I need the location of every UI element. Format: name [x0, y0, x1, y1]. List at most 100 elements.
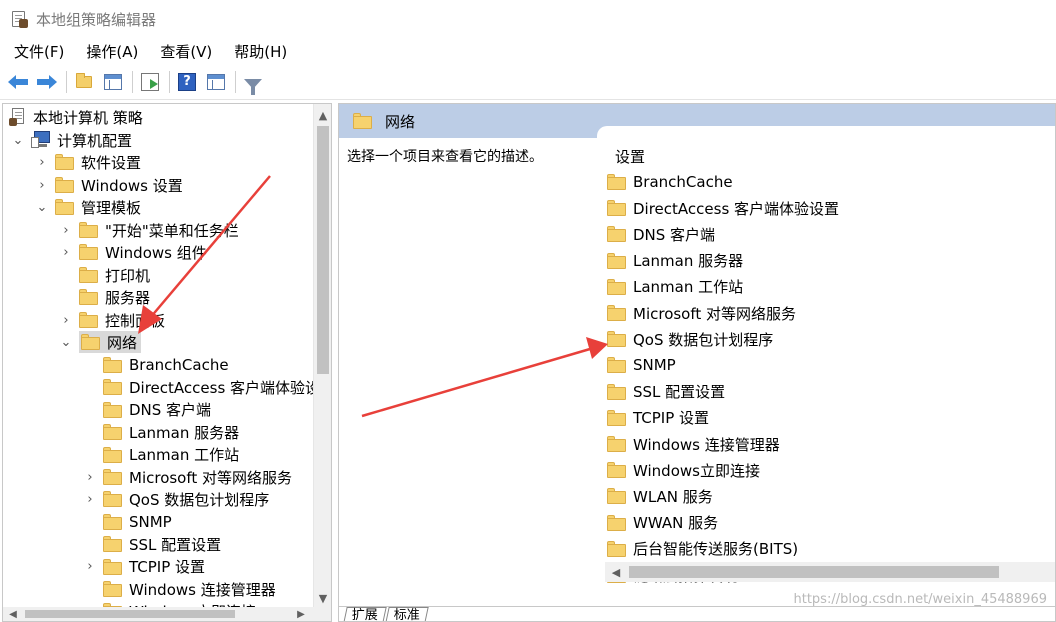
settings-list-item[interactable]: DirectAccess 客户端体验设置 — [607, 196, 839, 220]
chevron-right-icon[interactable]: › — [35, 155, 49, 170]
settings-list-item[interactable]: Lanman 服务器 — [607, 249, 743, 273]
tree-vertical-scrollbar[interactable]: ▲ ▼ — [313, 104, 331, 609]
tree-item-windows-components[interactable]: › Windows 组件 — [59, 241, 207, 263]
folder-icon — [103, 513, 123, 530]
chevron-right-icon[interactable]: › — [59, 223, 73, 238]
settings-item-label: SSL 配置设置 — [633, 383, 726, 402]
tree-item-admin-templates[interactable]: ⌄ 管理模板 — [35, 196, 141, 218]
back-button[interactable] — [6, 70, 30, 94]
tree-item-network-child[interactable]: › TCPIP 设置 — [83, 556, 205, 578]
settings-list-item[interactable]: WWAN 服务 — [607, 511, 718, 535]
chevron-down-icon[interactable]: ⌄ — [35, 200, 49, 215]
settings-list-item[interactable]: DNS 客户端 — [607, 222, 715, 246]
menu-view[interactable]: 查看(V) — [152, 41, 220, 62]
settings-list-item[interactable]: TCPIP 设置 — [607, 406, 709, 430]
tree-item-network-child[interactable]: Lanman 服务器 — [103, 421, 239, 443]
settings-list-item[interactable]: SSL 配置设置 — [607, 380, 725, 404]
tab-standard[interactable]: 标准 — [385, 607, 429, 621]
chevron-right-icon[interactable]: › — [35, 178, 49, 193]
toolbar-separator — [169, 70, 170, 93]
view-tabs: 扩展 标准 — [339, 606, 1055, 621]
settings-list-item[interactable]: SNMP — [607, 353, 676, 377]
settings-item-label: Windows 连接管理器 — [633, 435, 780, 454]
folder-icon — [79, 244, 99, 260]
menu-action[interactable]: 操作(A) — [78, 41, 146, 62]
settings-list-item[interactable]: WLAN 服务 — [607, 484, 713, 508]
menu-file[interactable]: 文件(F) — [6, 41, 72, 62]
show-hide-tree-button[interactable] — [101, 70, 125, 94]
folder-icon — [607, 436, 627, 452]
scroll-left-arrow-icon[interactable]: ◀ — [609, 562, 623, 582]
policy-icon — [9, 108, 27, 126]
filter-button[interactable] — [241, 70, 265, 95]
settings-list-item[interactable]: QoS 数据包计划程序 — [607, 327, 773, 351]
tree-item-network-child[interactable]: › QoS 数据包计划程序 — [83, 488, 269, 510]
tree-item-root[interactable]: 本地计算机 策略 — [9, 106, 143, 128]
chevron-right-icon[interactable]: › — [83, 492, 97, 507]
tree-item-computer-config[interactable]: ⌄ 计算机配置 — [11, 129, 132, 151]
folder-up-icon — [76, 72, 92, 88]
chevron-down-icon[interactable]: ⌄ — [11, 133, 25, 148]
scroll-left-arrow-icon[interactable]: ◀ — [5, 607, 21, 621]
settings-list-item[interactable]: Lanman 工作站 — [607, 275, 743, 299]
console-tree-pane: 本地计算机 策略 ⌄ 计算机配置 › 软件设置 › Windows 设置 ⌄ 管… — [2, 103, 332, 622]
folder-icon — [103, 469, 123, 485]
tree-item-network-child[interactable]: SNMP — [103, 511, 172, 533]
tree-item-network-child[interactable]: BranchCache — [103, 354, 229, 376]
show-hide-action-pane-button[interactable] — [204, 70, 228, 94]
settings-item-label: Windows立即连接 — [633, 461, 760, 480]
folder-icon — [103, 357, 123, 373]
folder-icon — [55, 199, 75, 215]
tree-item-network-child[interactable]: SSL 配置设置 — [103, 533, 221, 555]
group-policy-icon — [10, 10, 28, 28]
list-horizontal-scrollbar[interactable]: ◀ — [605, 562, 1055, 582]
scroll-up-arrow-icon[interactable]: ▲ — [314, 106, 331, 124]
watermark: https://blog.csdn.net/weixin_45488969 — [793, 592, 1047, 607]
tree-horizontal-scrollbar[interactable]: ◀ ▶ — [3, 607, 331, 621]
settings-list-item[interactable]: BranchCache — [607, 170, 733, 194]
tree-item-label: SSL 配置设置 — [129, 535, 222, 554]
tree-item-network-child[interactable]: DirectAccess 客户端体验设置 — [103, 376, 313, 398]
chevron-right-icon[interactable]: › — [59, 313, 73, 328]
folder-icon — [607, 540, 627, 557]
folder-icon — [607, 200, 627, 217]
scroll-right-arrow-icon[interactable]: ▶ — [293, 607, 309, 621]
tree-item-network-child[interactable]: DNS 客户端 — [103, 399, 211, 421]
column-header-settings[interactable]: 设置 — [615, 146, 645, 167]
chevron-right-icon[interactable]: › — [83, 559, 97, 574]
chevron-right-icon[interactable]: › — [83, 470, 97, 485]
settings-list-item[interactable]: Windows立即连接 — [607, 458, 760, 482]
tree-item-start-menu[interactable]: › "开始"菜单和任务栏 — [59, 219, 238, 241]
tree-item-label: DNS 客户端 — [129, 401, 212, 420]
tree-item-printers[interactable]: 打印机 — [79, 264, 150, 286]
tree-item-windows-settings[interactable]: › Windows 设置 — [35, 174, 182, 196]
toolbar-separator — [66, 70, 67, 93]
chevron-down-icon[interactable]: ⌄ — [59, 335, 73, 350]
tree-item-label: Windows 组件 — [105, 243, 207, 262]
folder-icon — [353, 113, 373, 129]
tree-item-servers[interactable]: 服务器 — [79, 286, 150, 308]
tree-item-label: 服务器 — [105, 288, 151, 307]
scrollbar-thumb[interactable] — [25, 610, 235, 618]
tree-item-network-child[interactable]: Windows 连接管理器 — [103, 578, 276, 600]
tree-item-control-panel[interactable]: › 控制面板 — [59, 309, 165, 331]
forward-button[interactable] — [35, 70, 59, 94]
settings-list-item[interactable]: 后台智能传送服务(BITS) — [607, 537, 798, 561]
tree-item-network-child[interactable]: › Microsoft 对等网络服务 — [83, 466, 292, 488]
up-one-level-button[interactable] — [72, 70, 96, 94]
tree-item-network-child[interactable]: Lanman 工作站 — [103, 444, 239, 466]
tree-item-software-settings[interactable]: › 软件设置 — [35, 151, 141, 173]
scrollbar-thumb[interactable] — [317, 126, 329, 374]
tab-extended[interactable]: 扩展 — [343, 607, 387, 621]
tree-item-network[interactable]: ⌄ 网络 — [59, 331, 142, 353]
folder-icon — [79, 267, 99, 283]
menu-help[interactable]: 帮助(H) — [226, 41, 295, 62]
settings-list-item[interactable]: Microsoft 对等网络服务 — [607, 301, 796, 325]
export-list-button[interactable] — [138, 70, 162, 94]
folder-icon — [607, 409, 627, 426]
help-button[interactable]: ? — [175, 70, 199, 94]
settings-list-item[interactable]: Windows 连接管理器 — [607, 432, 780, 456]
chevron-right-icon[interactable]: › — [59, 245, 73, 260]
scroll-down-arrow-icon[interactable]: ▼ — [314, 589, 331, 607]
scrollbar-thumb[interactable] — [629, 566, 999, 578]
